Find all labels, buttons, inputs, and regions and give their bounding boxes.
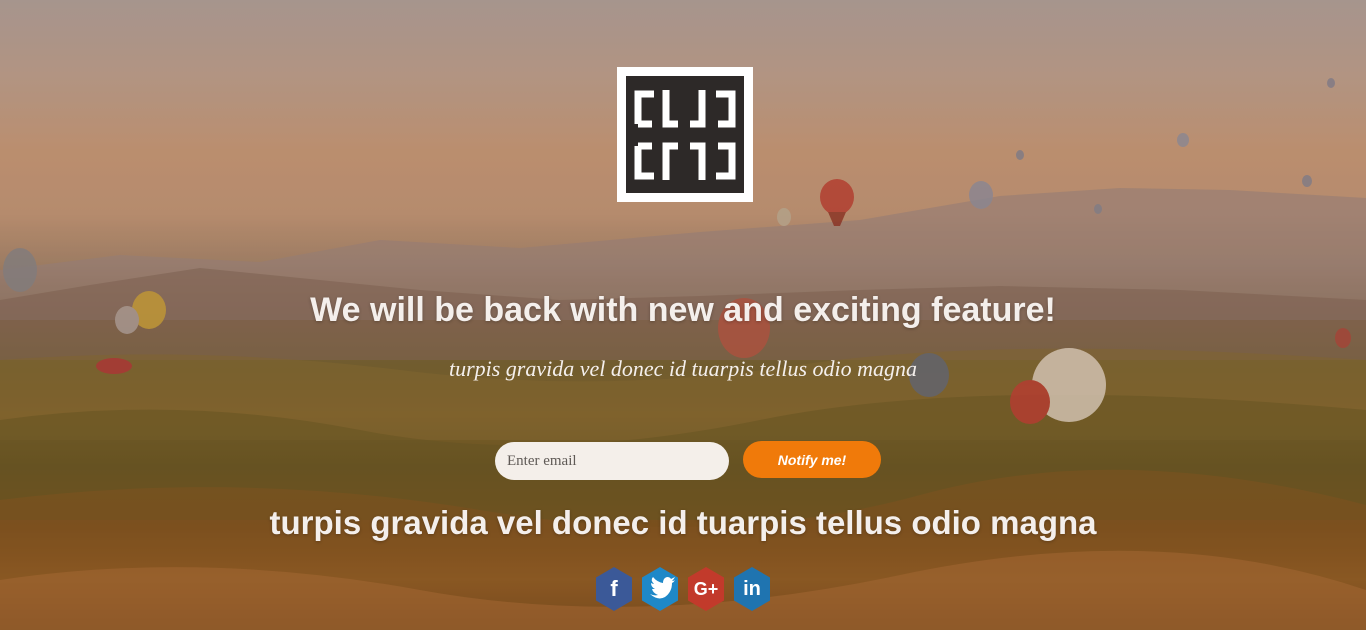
google-plus-link[interactable]: G+ xyxy=(686,566,726,612)
linkedin-link[interactable]: in xyxy=(732,566,772,612)
logo-glyph-icon xyxy=(634,90,736,180)
brand-logo xyxy=(617,67,753,202)
social-links: f G+ in xyxy=(594,566,774,612)
brand-logo-mark xyxy=(626,76,744,193)
page-headline: We will be back with new and exciting fe… xyxy=(310,291,1056,329)
page-subheadline: turpis gravida vel donec id tuarpis tell… xyxy=(448,356,918,381)
notify-button[interactable]: Notify me! xyxy=(743,441,881,478)
twitter-link[interactable] xyxy=(640,566,680,612)
facebook-link[interactable]: f xyxy=(594,566,634,612)
email-input[interactable] xyxy=(495,442,729,480)
page-tagline: turpis gravida vel donec id tuarpis tell… xyxy=(269,504,1097,541)
google-plus-icon: G+ xyxy=(693,578,719,599)
twitter-hexagon-icon xyxy=(642,567,678,611)
linkedin-icon: in xyxy=(743,577,761,600)
facebook-icon: f xyxy=(610,576,618,601)
